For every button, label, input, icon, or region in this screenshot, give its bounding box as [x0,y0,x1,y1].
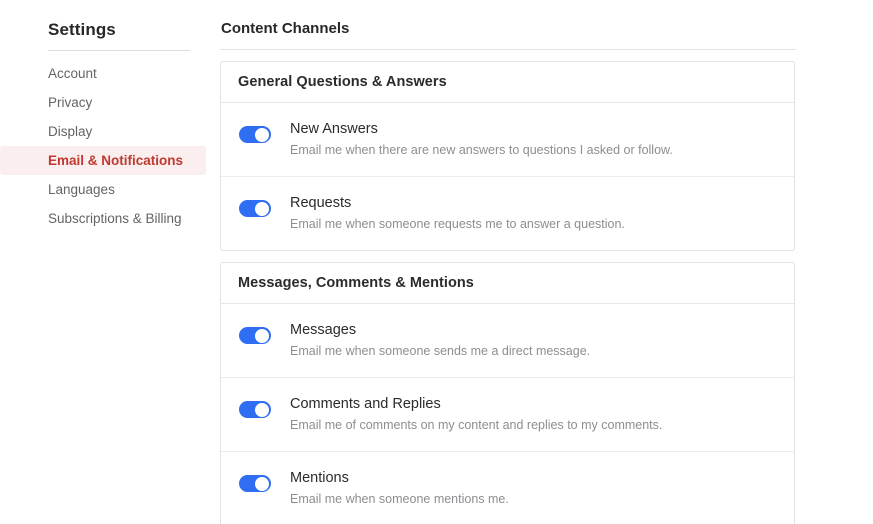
setting-label: Requests [290,195,352,211]
setting-text: New Answers Email me when there are new a… [290,120,778,159]
setting-row: Requests Email me when someone requests m… [221,177,794,250]
main-content: Content Channels General Questions & Ans… [220,0,873,524]
settings-card: General Questions & Answers New Answers Em… [220,61,795,251]
setting-label: Comments and Replies [290,396,441,412]
setting-description: Email me when someone mentions me. [290,492,509,506]
toggle-switch[interactable] [239,200,271,217]
title-divider [220,49,796,50]
setting-description: Email me of comments on my content and r… [290,418,663,432]
sidebar-item-account[interactable]: Account [0,59,206,88]
setting-label: New Answers [290,121,378,137]
toggle-switch[interactable] [239,401,271,418]
setting-description: Email me when someone sends me a direct … [290,344,591,358]
setting-label: Mentions [290,470,349,486]
sidebar-menu: Account Privacy Display Email & Notificatio… [0,59,220,233]
setting-label: Messages [290,322,357,338]
toggle-switch[interactable] [239,327,271,344]
page-title: Content Channels [221,20,350,37]
card-header: Messages, Comments & Mentions [221,263,794,304]
toggle-knob [255,127,269,142]
sidebar-item-languages[interactable]: Languages [0,175,206,204]
setting-text: Requests Email me when someone requests m… [290,194,778,233]
toggle-switch[interactable] [239,126,271,143]
setting-text: Mentions Email me when someone mentions m… [290,469,778,508]
sidebar-title: Settings [48,20,116,39]
toggle-knob [255,328,269,343]
sidebar-divider [48,50,190,51]
setting-description: Email me when someone requests me to ans… [290,217,625,231]
setting-row: Messages Email me when someone sends me a… [221,304,794,378]
sidebar-item-subscriptions-billing[interactable]: Subscriptions & Billing [0,204,206,233]
settings-cards: General Questions & Answers New Answers Em… [220,61,873,524]
sidebar-item-email-notifications[interactable]: Email & Notifications [0,146,206,175]
setting-row: Mentions Email me when someone mentions m… [221,452,794,524]
card-header: General Questions & Answers [221,62,794,103]
toggle-knob [255,201,269,216]
settings-sidebar: Settings Account Privacy Display Email & No… [0,0,220,524]
toggle-knob [255,476,269,491]
card-rows: Messages Email me when someone sends me a… [221,304,794,524]
settings-card: Messages, Comments & Mentions Messages Ema… [220,262,795,524]
sidebar-item-display[interactable]: Display [0,117,206,146]
setting-text: Messages Email me when someone sends me a… [290,321,778,360]
setting-row: Comments and Replies Email me of comments… [221,378,794,452]
card-rows: New Answers Email me when there are new a… [221,103,794,250]
toggle-knob [255,402,269,417]
setting-text: Comments and Replies Email me of comments… [290,395,778,434]
settings-page: Settings Account Privacy Display Email & No… [0,0,873,524]
sidebar-item-privacy[interactable]: Privacy [0,88,206,117]
setting-description: Email me when there are new answers to q… [290,143,673,157]
setting-row: New Answers Email me when there are new a… [221,103,794,177]
toggle-switch[interactable] [239,475,271,492]
